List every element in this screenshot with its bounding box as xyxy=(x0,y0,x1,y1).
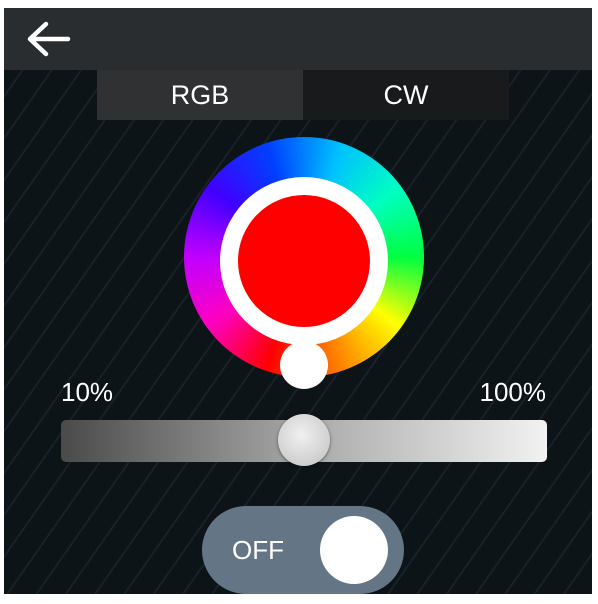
tab-cw[interactable]: CW xyxy=(303,70,509,120)
brightness-slider-thumb[interactable] xyxy=(278,414,330,466)
tab-rgb[interactable]: RGB xyxy=(97,70,303,120)
color-wheel-handle[interactable] xyxy=(280,341,328,389)
power-toggle-label: OFF xyxy=(232,535,284,565)
mode-tabs: RGB CW xyxy=(97,70,509,120)
tab-rgb-label: RGB xyxy=(170,79,230,110)
selected-color-preview xyxy=(238,195,370,327)
tab-cw-label: CW xyxy=(383,79,429,110)
top-bar xyxy=(4,8,592,70)
light-control-screen: RGB CW 10% 100% OFF xyxy=(4,8,592,594)
back-button[interactable] xyxy=(24,18,72,60)
arrow-left-icon xyxy=(27,21,71,57)
brightness-min-label: 10% xyxy=(61,377,114,407)
power-toggle-knob xyxy=(320,516,388,584)
brightness-max-label: 100% xyxy=(479,377,547,407)
power-toggle[interactable]: OFF xyxy=(202,506,404,594)
